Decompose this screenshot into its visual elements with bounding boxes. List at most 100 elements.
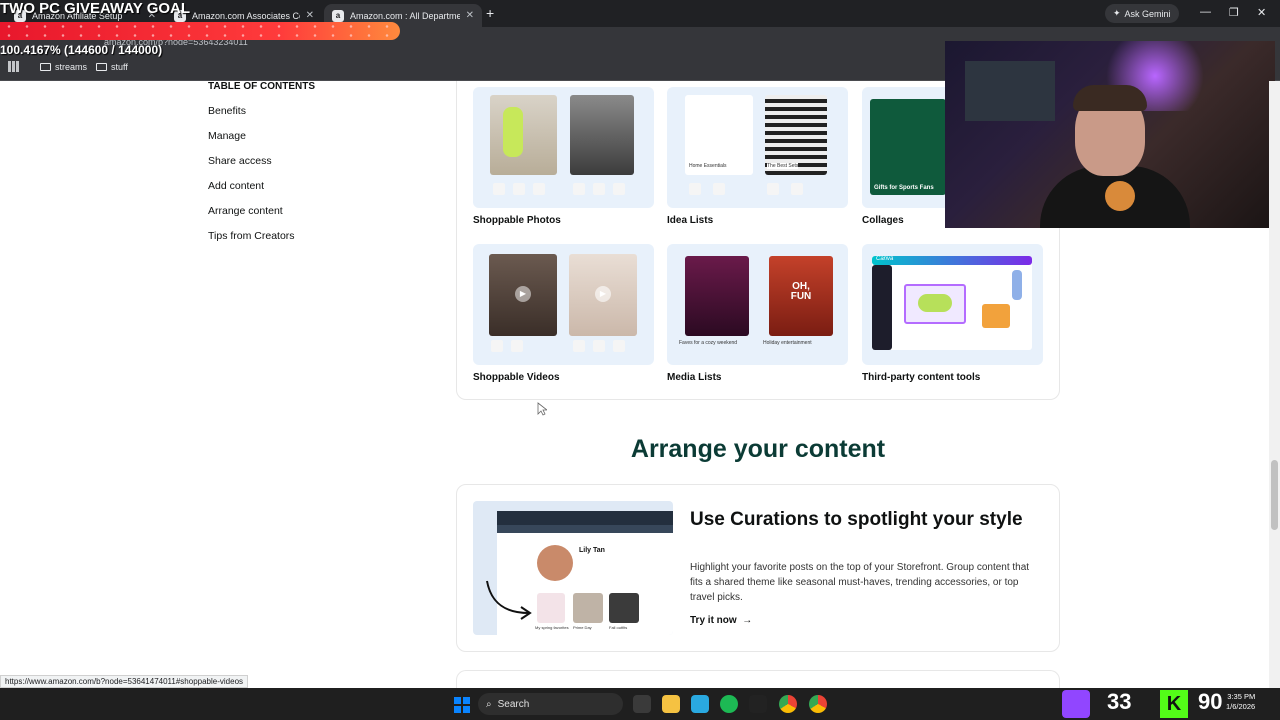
tab-title: Amazon.com : All Departments <box>350 10 460 21</box>
product-thumb <box>791 183 803 195</box>
bottle-item <box>1012 270 1022 300</box>
idea-lists-label: Idea Lists <box>667 215 714 226</box>
maximize-icon[interactable]: ❐ <box>1229 6 1239 19</box>
media-lists-tile[interactable]: OH, FUN Faves for a cozy weekend Holiday… <box>667 244 848 365</box>
curation-thumb <box>609 593 639 623</box>
toc-link-benefits[interactable]: Benefits <box>208 105 246 117</box>
product-thumb <box>493 183 505 195</box>
toc-link-manage[interactable]: Manage <box>208 130 246 142</box>
third-party-tools-tile[interactable]: Canva <box>862 244 1043 365</box>
ask-gemini-label: Ask Gemini <box>1124 8 1171 19</box>
notepad-icon[interactable] <box>691 695 709 713</box>
spotify-icon[interactable] <box>720 695 738 713</box>
curations-description: Highlight your favorite posts on the top… <box>690 562 1030 603</box>
twitch-viewer-count: 33 <box>1107 689 1132 714</box>
kick-icon: K <box>1160 690 1188 718</box>
product-thumb <box>713 183 725 195</box>
shoppable-videos-tile[interactable]: ▶ ▶ <box>473 244 654 365</box>
held-object <box>1105 181 1135 211</box>
close-tab-icon[interactable]: ✕ <box>466 10 474 21</box>
toc-title: TABLE OF CONTENTS <box>208 81 316 92</box>
curation-thumb <box>537 593 565 623</box>
idea-lists-tile[interactable]: Home Essentials The Best Sets <box>667 87 848 208</box>
lime-outfit-figure <box>503 107 523 157</box>
collages-label: Collages <box>862 215 904 226</box>
toc-link-arrange-content[interactable]: Arrange content <box>208 205 283 217</box>
avatar <box>537 545 573 581</box>
canva-sidebar <box>872 265 892 350</box>
bookmark-stuff[interactable]: stuff <box>96 62 128 72</box>
product-thumb <box>513 183 525 195</box>
folder-icon <box>40 63 51 71</box>
giveaway-goal-title: TWO PC GIVEAWAY GOAL <box>0 0 191 17</box>
status-bar-url: https://www.amazon.com/b?node=5364147401… <box>0 675 249 688</box>
minimize-icon[interactable]: — <box>1200 6 1211 18</box>
mock-amazon-header <box>497 511 673 525</box>
product-thumb <box>593 340 605 352</box>
bookmark-label: stuff <box>111 62 128 72</box>
canva-logo: Canva <box>876 256 894 262</box>
photo-thumbnail <box>490 95 557 175</box>
photo-thumbnail <box>570 95 634 175</box>
hud-app-icon[interactable] <box>749 695 767 713</box>
system-clock[interactable]: 3:35 PM 1/6/2026 <box>1226 692 1255 712</box>
product-thumb <box>491 340 503 352</box>
play-icon: ▶ <box>515 286 531 302</box>
product-thumb <box>613 183 625 195</box>
clock-date: 1/6/2026 <box>1226 702 1256 711</box>
search-icon: ⌕ <box>486 698 492 710</box>
collage-caption: Gifts for Sports Fans <box>874 185 934 191</box>
curations-mock-storefront: Lily Tan My spring favorites Prime Day F… <box>473 501 673 635</box>
ask-gemini-button[interactable]: ✦ Ask Gemini <box>1105 4 1179 23</box>
scrollbar-thumb[interactable] <box>1271 460 1278 530</box>
tab-title: Amazon.com Associates Centre <box>192 10 300 21</box>
arrange-heading: Arrange your content <box>630 435 886 463</box>
toc-link-share-access[interactable]: Share access <box>208 155 272 167</box>
toc-link-add-content[interactable]: Add content <box>208 180 264 192</box>
giveaway-progress-bar <box>0 22 400 40</box>
media-list-caption: Holiday entertainment <box>763 340 812 346</box>
bookmark-streams[interactable]: streams <box>40 62 87 72</box>
sports-collage <box>870 99 946 195</box>
curation-thumb <box>573 593 603 623</box>
clock-time: 3:35 PM <box>1227 692 1256 701</box>
shoppable-photos-tile[interactable] <box>473 87 654 208</box>
amazon-favicon-icon: a <box>332 9 344 22</box>
arrow-right-icon: → <box>739 615 753 626</box>
webcam-overlay <box>945 41 1275 228</box>
shoppable-videos-label: Shoppable Videos <box>473 372 560 383</box>
chrome-icon[interactable] <box>779 695 797 713</box>
file-explorer-icon[interactable] <box>662 695 680 713</box>
curation-caption: My spring favorites <box>535 625 569 630</box>
kick-viewer-count: 90 <box>1198 689 1223 714</box>
page-scrollbar[interactable] <box>1269 81 1280 688</box>
background-window <box>965 61 1055 121</box>
windows-start-icon[interactable] <box>454 697 470 713</box>
product-thumb <box>533 183 545 195</box>
task-view-icon[interactable] <box>633 695 651 713</box>
product-thumb <box>613 340 625 352</box>
taskbar-search-label: Search <box>497 698 530 710</box>
product-thumb <box>573 183 585 195</box>
new-tab-button[interactable]: + <box>486 5 494 21</box>
curved-arrow-icon <box>486 580 532 620</box>
product-thumb <box>689 183 701 195</box>
close-tab-icon[interactable]: ✕ <box>306 10 314 21</box>
sparkle-icon: ✦ <box>1113 8 1121 18</box>
giveaway-progress-text: 100.4167% (144600 / 144000) <box>0 43 163 57</box>
close-window-icon[interactable]: ✕ <box>1257 6 1266 19</box>
media-list-caption: Faves for a cozy weekend <box>679 340 738 346</box>
curations-title: Use Curations to spotlight your style <box>690 509 1023 530</box>
chrome-icon[interactable] <box>809 695 827 713</box>
apps-grid-icon[interactable] <box>8 61 19 72</box>
poster-title: OH, FUN <box>790 281 812 302</box>
taskbar-search[interactable]: ⌕ Search <box>478 693 623 715</box>
orange-item <box>982 304 1010 328</box>
best-sets-caption: The Best Sets <box>767 163 799 169</box>
try-it-now-link[interactable]: Try it now → <box>690 615 752 626</box>
mouse-cursor-icon <box>537 402 547 416</box>
third-party-tools-label: Third-party content tools <box>862 372 981 383</box>
toc-link-tips-from-creators[interactable]: Tips from Creators <box>208 230 295 242</box>
canva-toolbar <box>872 256 1032 265</box>
mock-nav <box>497 525 673 533</box>
